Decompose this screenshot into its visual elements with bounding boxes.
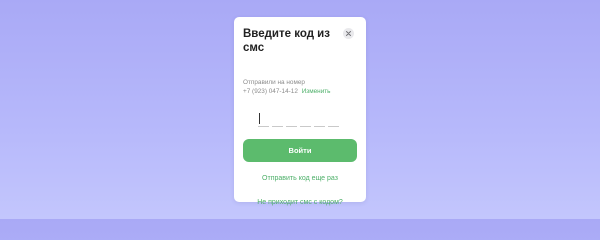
code-digit-6[interactable] xyxy=(328,111,339,127)
sent-to-label: Отправили на номер xyxy=(243,79,305,86)
code-digit-5[interactable] xyxy=(314,111,325,127)
close-icon xyxy=(346,31,351,36)
resend-code-link[interactable]: Отправить код еще раз xyxy=(234,174,366,183)
code-digit-4[interactable] xyxy=(300,111,311,127)
text-caret xyxy=(259,113,260,124)
login-button[interactable]: Войти xyxy=(243,139,357,162)
code-input[interactable] xyxy=(258,111,339,127)
close-button[interactable] xyxy=(343,28,354,39)
change-number-link[interactable]: Изменить xyxy=(302,88,331,95)
no-sms-help-link[interactable]: Не приходит смс с кодом? xyxy=(234,198,366,207)
modal-title: Введите код из смс xyxy=(243,28,330,54)
phone-number: +7 (923) 047-14-12 xyxy=(243,88,298,95)
phone-line: +7 (923) 047-14-12 Изменить xyxy=(243,88,331,96)
code-digit-3[interactable] xyxy=(286,111,297,127)
code-digit-1[interactable] xyxy=(258,111,269,127)
code-digit-2[interactable] xyxy=(272,111,283,127)
sms-code-modal: Введите код из смс Отправили на номер +7… xyxy=(234,17,366,206)
